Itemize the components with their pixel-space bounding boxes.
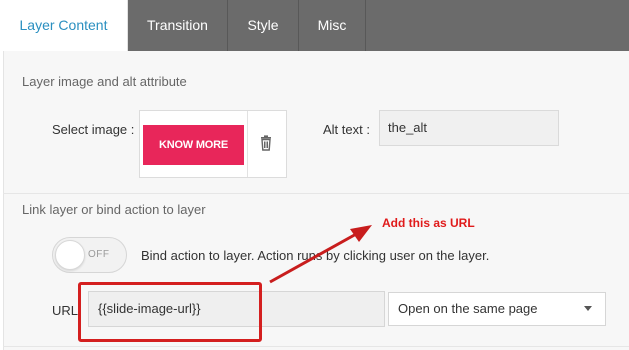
link-target-select[interactable]: Open on the same page: [388, 292, 606, 326]
trash-icon[interactable]: [254, 133, 278, 155]
panel-bottom-divider: [3, 346, 629, 347]
bind-action-description: Bind action to layer. Action runs by cli…: [141, 248, 490, 263]
chevron-down-icon[interactable]: [584, 306, 592, 311]
toggle-state-label: OFF: [88, 249, 110, 260]
link-section-title: Link layer or bind action to layer: [22, 202, 206, 217]
tab-misc[interactable]: Misc: [299, 0, 366, 51]
image-section-title: Layer image and alt attribute: [22, 74, 187, 89]
tab-bar: Layer Content Transition Style Misc: [0, 0, 629, 51]
tab-layer-content[interactable]: Layer Content: [0, 0, 128, 51]
alt-text-input[interactable]: the_alt: [379, 110, 559, 146]
image-picker-divider: [247, 111, 248, 177]
tab-style[interactable]: Style: [228, 0, 299, 51]
tab-transition[interactable]: Transition: [128, 0, 228, 51]
alt-text-label: Alt text :: [323, 122, 370, 137]
select-image-label: Select image :: [52, 122, 135, 137]
image-preview[interactable]: KNOW MORE: [143, 125, 244, 165]
url-highlight-box: [78, 282, 262, 342]
toggle-knob[interactable]: [55, 240, 85, 270]
section-divider: [3, 193, 629, 194]
url-label: URL: [52, 303, 79, 318]
annotation-label: Add this as URL: [382, 216, 475, 230]
